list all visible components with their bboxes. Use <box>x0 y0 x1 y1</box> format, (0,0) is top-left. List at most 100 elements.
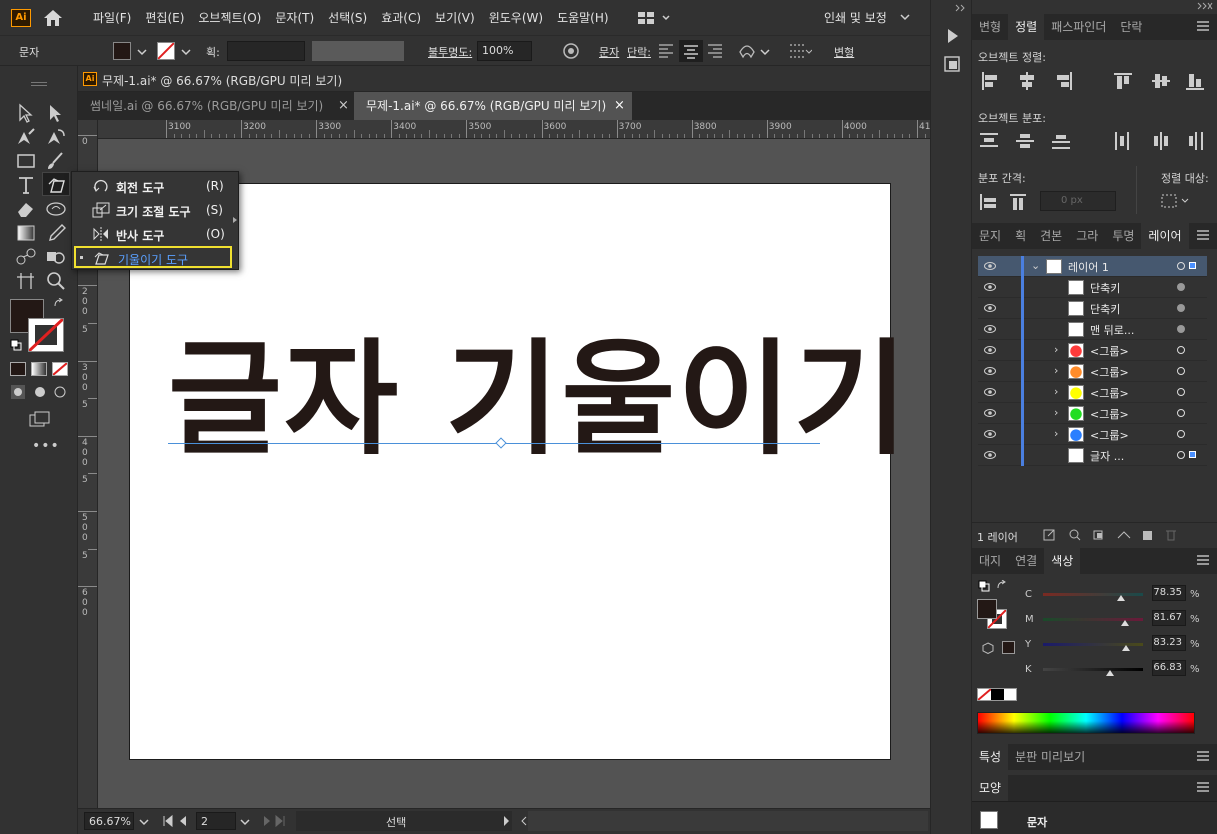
menu-help[interactable]: 도움말(H) <box>550 0 616 36</box>
tab-thumbnail-doc[interactable]: 썸네일.ai @ 66.67% (RGB/GPU 미리 보기) × <box>78 92 354 120</box>
channel-slider[interactable] <box>1043 593 1143 596</box>
pen-tool-icon[interactable] <box>14 126 38 148</box>
artboard-number-field[interactable]: 2 <box>196 812 236 830</box>
align-right-icon[interactable] <box>706 42 724 58</box>
default-colors-icon[interactable] <box>978 580 990 592</box>
chevron-down-icon[interactable] <box>181 48 191 56</box>
visibility-eye-icon[interactable] <box>984 324 996 334</box>
zoom-field[interactable]: 66.67% <box>84 812 134 830</box>
toolbar-grip[interactable] <box>31 82 47 86</box>
slider-thumb[interactable] <box>1106 670 1114 676</box>
out-of-gamut-cube-icon[interactable] <box>982 642 994 654</box>
layer-name[interactable]: <그룹> <box>1090 343 1129 359</box>
appearance-row[interactable]: 문자 <box>972 801 1217 834</box>
tab-properties[interactable]: 특성 <box>972 744 1009 770</box>
tab-swatches[interactable]: 견본 <box>1033 223 1069 249</box>
layer-row[interactable]: 단축키 <box>978 298 1207 319</box>
paragraph-panel-link[interactable]: 단락: <box>627 44 651 60</box>
channel-value[interactable]: 66.83 <box>1152 660 1186 676</box>
align-center-button[interactable] <box>679 40 703 62</box>
visibility-eye-icon[interactable] <box>984 261 996 271</box>
visibility-eye-icon[interactable] <box>984 282 996 292</box>
edit-toolbar-icon[interactable]: ••• <box>32 438 60 454</box>
align-options-icon[interactable] <box>788 42 812 60</box>
export-panel-icon[interactable] <box>942 54 962 74</box>
fill-swatch[interactable] <box>113 42 131 60</box>
warp-tool-icon[interactable] <box>44 198 68 220</box>
draw-mode-icons[interactable] <box>10 384 70 400</box>
layer-row[interactable]: › <그룹> <box>978 361 1207 382</box>
tab-pathfinder[interactable]: 패스파인더 <box>1044 14 1113 40</box>
paintbrush-tool-icon[interactable] <box>44 150 68 172</box>
visibility-eye-icon[interactable] <box>984 366 996 376</box>
panel-menu-icon[interactable] <box>1197 782 1209 792</box>
layer-target-icon[interactable] <box>1177 451 1185 459</box>
layer-row[interactable]: ⌄ 레이어 1 <box>978 256 1207 277</box>
chevron-right-icon[interactable]: › <box>1054 385 1058 398</box>
fill-mode-gradient[interactable] <box>31 362 47 376</box>
menu-edit[interactable]: 편집(E) <box>138 0 191 36</box>
chevron-down-icon[interactable] <box>240 818 250 826</box>
panel-menu-icon[interactable] <box>1197 230 1209 240</box>
layer-name[interactable]: 맨 뒤로... <box>1090 322 1134 338</box>
layer-row[interactable]: 단축키 <box>978 277 1207 298</box>
panel-menu-icon[interactable] <box>1197 21 1209 31</box>
selection-indicator[interactable] <box>1189 451 1196 458</box>
layer-name[interactable]: 단축키 <box>1090 280 1120 296</box>
layer-row[interactable]: › <그룹> <box>978 403 1207 424</box>
layer-row[interactable]: › <그룹> <box>978 382 1207 403</box>
distribute-spacing-icons[interactable] <box>978 191 1038 213</box>
layer-name[interactable]: 단축키 <box>1090 301 1120 317</box>
layer-target-icon[interactable] <box>1177 388 1185 396</box>
workspace-switcher[interactable]: 인쇄 및 보정 <box>824 0 887 36</box>
spacing-value-field[interactable]: 0 px <box>1040 191 1116 211</box>
tab-paragraph[interactable]: 단락 <box>1113 14 1149 40</box>
layer-target-icon[interactable] <box>1177 430 1185 438</box>
layer-row[interactable]: 맨 뒤로... <box>978 319 1207 340</box>
tab-links[interactable]: 연결 <box>1008 548 1044 574</box>
layer-name[interactable]: <그룹> <box>1090 406 1129 422</box>
slider-thumb[interactable] <box>1122 645 1130 651</box>
flyout-rotate-tool[interactable]: 회전 도구 (R) <box>72 174 238 198</box>
flyout-shear-tool[interactable]: 기울이기 도구 <box>74 246 232 268</box>
menu-type[interactable]: 문자(T) <box>268 0 321 36</box>
artboard-text[interactable]: 글자 기울이기 <box>168 326 910 475</box>
menu-effect[interactable]: 효과(C) <box>374 0 428 36</box>
layer-row[interactable]: 글자 ... <box>978 445 1207 466</box>
stroke-color-box[interactable] <box>28 318 64 352</box>
swap-colors-icon[interactable] <box>996 580 1008 592</box>
variable-width-profile[interactable] <box>312 41 404 61</box>
recolor-artwork-icon[interactable] <box>562 42 580 60</box>
align-objects-icons[interactable] <box>978 70 1208 92</box>
chevron-right-icon[interactable]: › <box>1054 343 1058 356</box>
channel-slider[interactable] <box>1043 668 1143 671</box>
collapse-arrows-icon[interactable] <box>1197 2 1213 12</box>
layers-footer-icons[interactable] <box>1042 528 1192 542</box>
home-icon[interactable] <box>42 8 64 28</box>
stroke-swatch[interactable] <box>157 42 175 60</box>
layer-target-icon[interactable] <box>1177 409 1185 417</box>
layer-target-icon[interactable] <box>1177 346 1185 354</box>
menu-select[interactable]: 선택(S) <box>321 0 374 36</box>
layer-row[interactable]: › <그룹> <box>978 424 1207 445</box>
visibility-eye-icon[interactable] <box>984 450 996 460</box>
chevron-down-icon[interactable] <box>137 48 147 56</box>
layer-name[interactable]: 레이어 1 <box>1068 259 1109 275</box>
tab-character[interactable]: 문지 <box>972 223 1008 249</box>
layer-name[interactable]: 글자 ... <box>1090 448 1124 464</box>
tab-gradient[interactable]: 그라 <box>1069 223 1105 249</box>
gradient-tool-icon[interactable] <box>14 222 38 244</box>
visibility-eye-icon[interactable] <box>984 408 996 418</box>
fill-mode-none[interactable] <box>52 362 68 376</box>
arrange-documents-icon[interactable] <box>637 10 671 26</box>
type-tool-icon[interactable] <box>14 174 38 196</box>
visibility-eye-icon[interactable] <box>984 303 996 313</box>
curvature-tool-icon[interactable] <box>44 126 68 148</box>
chevron-right-icon[interactable]: › <box>1054 406 1058 419</box>
chevron-down-icon[interactable] <box>900 13 910 21</box>
menu-object[interactable]: 오브젝트(O) <box>191 0 268 36</box>
chevron-down-icon[interactable] <box>760 48 770 56</box>
blend-tool-icon[interactable] <box>14 246 38 268</box>
collapse-arrows-icon[interactable] <box>955 4 967 12</box>
layer-name[interactable]: <그룹> <box>1090 427 1129 443</box>
